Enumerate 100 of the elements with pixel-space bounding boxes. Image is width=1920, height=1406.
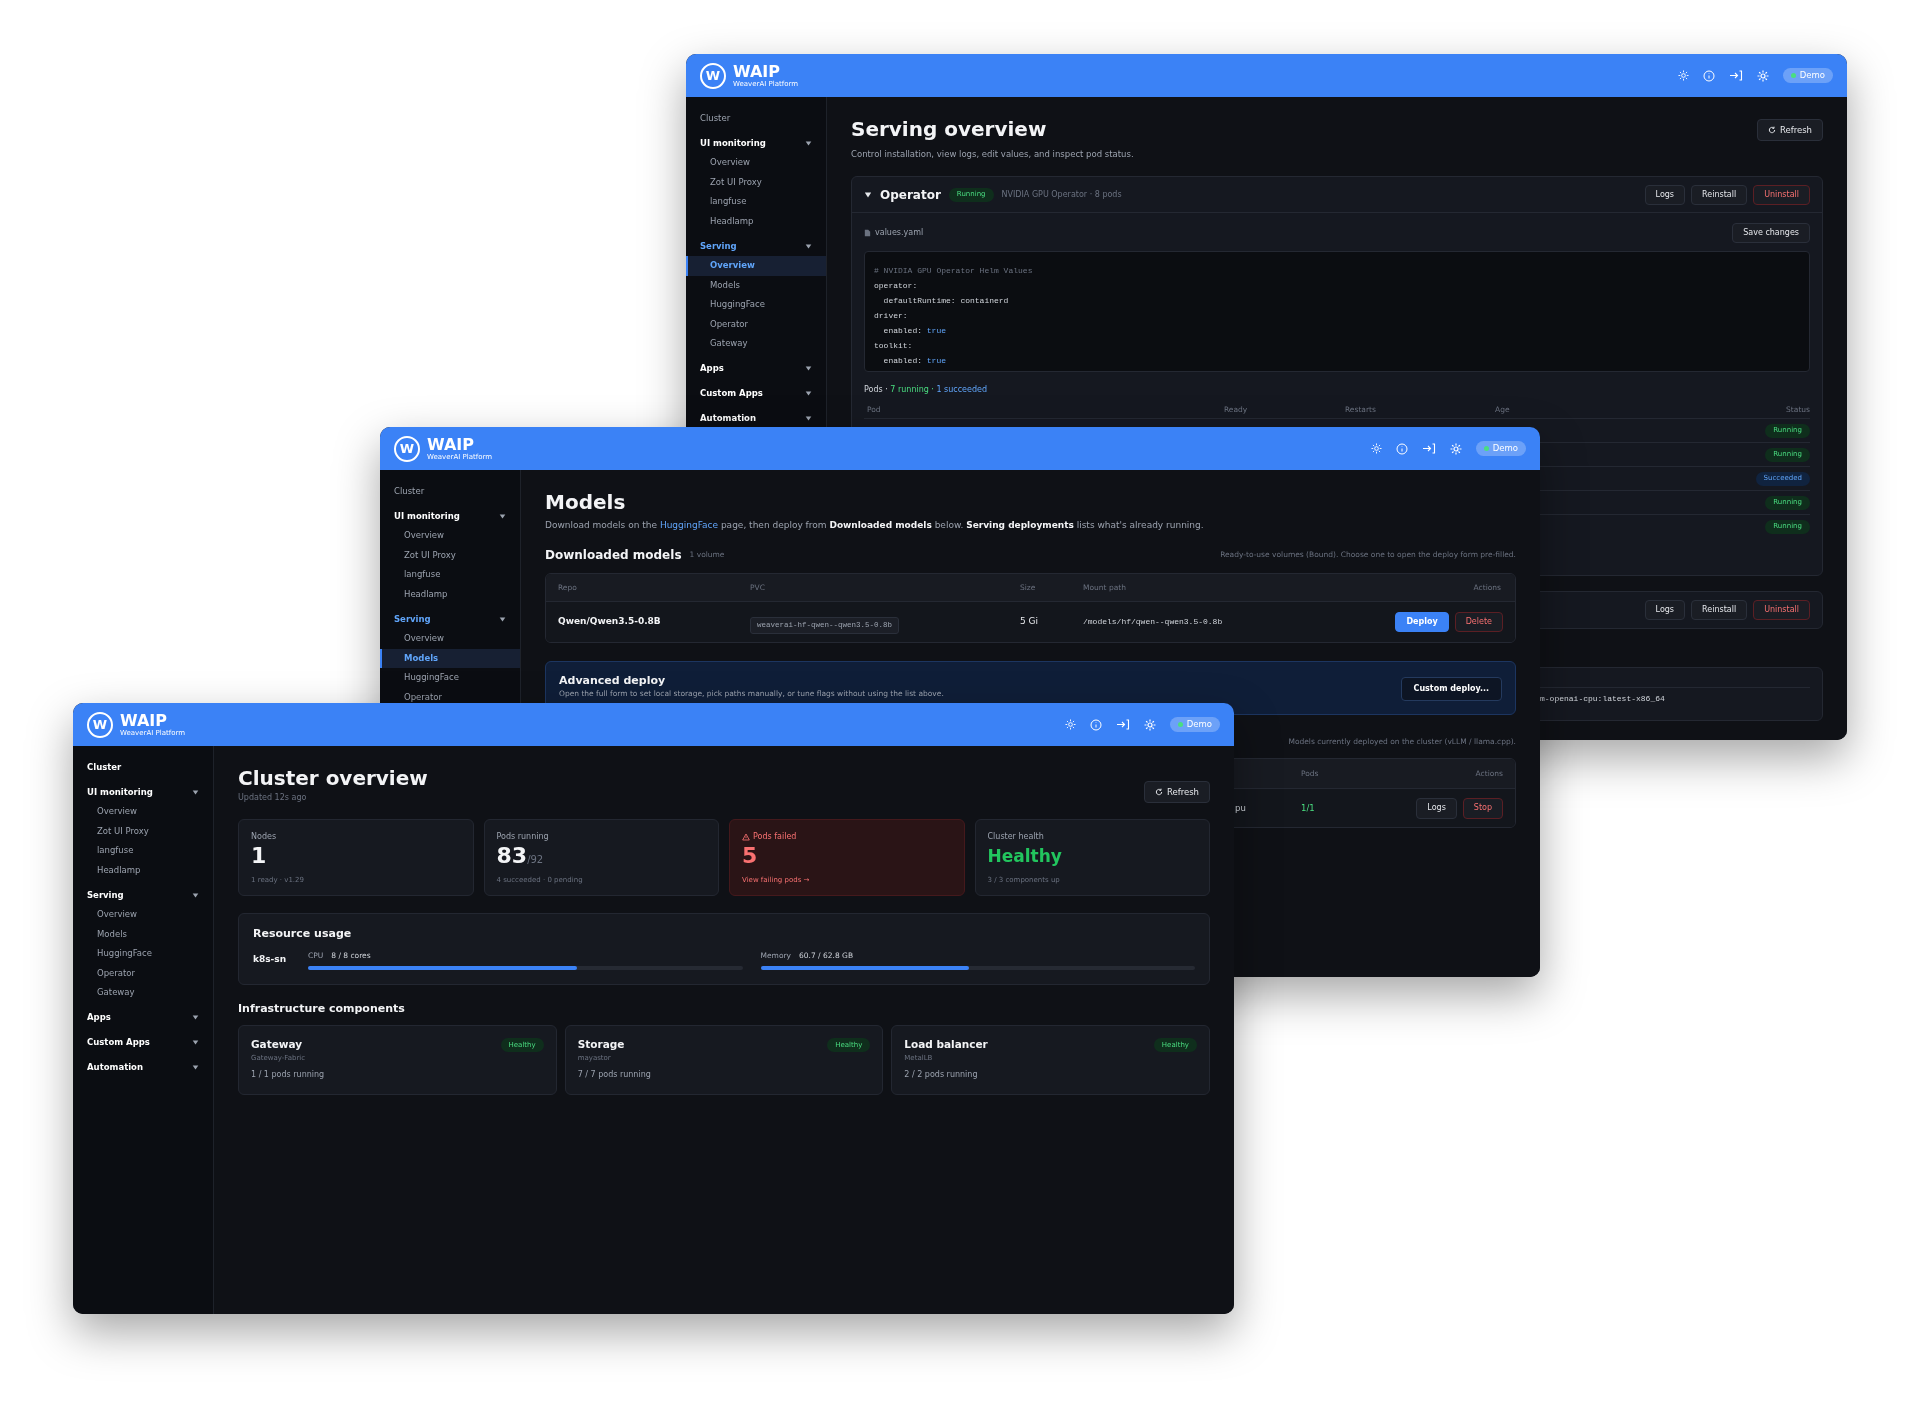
- nav-link[interactable]: HuggingFace: [97, 948, 152, 960]
- nav-link[interactable]: Cluster: [380, 481, 520, 501]
- action-button[interactable]: Reinstall: [1691, 600, 1748, 620]
- nav-group[interactable]: UI monitoring: [380, 506, 520, 526]
- component-name: Operator: [880, 186, 941, 204]
- page-description: Download models on the HuggingFace page, then deploy from Downloaded models below. Serving deployments lists what's already running.: [545, 519, 1205, 532]
- caret-icon: [805, 139, 812, 147]
- table-cell-text: Qwen/Qwen3.5-0.8B: [558, 615, 662, 629]
- card-title: Resource usage: [253, 926, 353, 942]
- caret-icon[interactable]: [864, 190, 872, 199]
- action-button[interactable]: Logs: [1416, 797, 1457, 819]
- nav-link[interactable]: Overview: [404, 530, 445, 542]
- login-icon[interactable]: [1421, 443, 1436, 454]
- settings-icon[interactable]: [1143, 718, 1156, 731]
- nav-link[interactable]: langfuse: [97, 845, 134, 857]
- login-icon[interactable]: [1115, 719, 1130, 730]
- section-title: Downloaded models: [545, 547, 682, 564]
- action-button[interactable]: Reinstall: [1691, 184, 1748, 205]
- nav-group[interactable]: Automation: [73, 1057, 213, 1078]
- nav-group[interactable]: Automation: [686, 408, 826, 429]
- nav-link[interactable]: Overview: [404, 633, 445, 645]
- nav-group[interactable]: UI monitoring: [73, 782, 213, 802]
- action-button[interactable]: Logs: [1644, 600, 1686, 620]
- nav-group[interactable]: Apps: [686, 358, 826, 379]
- stat-value: 83: [496, 843, 528, 869]
- settings-icon[interactable]: [1756, 69, 1769, 82]
- action-button[interactable]: Save changes: [1732, 223, 1810, 243]
- action-button[interactable]: Delete: [1454, 612, 1503, 632]
- nav-link[interactable]: Headlamp: [710, 215, 754, 227]
- refresh-icon: [1154, 788, 1163, 796]
- info-icon[interactable]: [1089, 718, 1102, 731]
- sun-icon[interactable]: [1677, 70, 1689, 81]
- nav-link[interactable]: Models: [380, 648, 520, 668]
- nav-link[interactable]: Overview: [686, 256, 826, 276]
- nav-link[interactable]: Cluster: [73, 757, 213, 777]
- nav-link[interactable]: Cluster: [686, 108, 826, 128]
- nav-link[interactable]: HuggingFace: [404, 672, 459, 684]
- nav-group[interactable]: Serving: [380, 609, 520, 629]
- nav-link[interactable]: langfuse: [710, 196, 747, 208]
- nav-link[interactable]: Models: [710, 279, 740, 291]
- refresh-button[interactable]: Refresh: [1143, 781, 1210, 803]
- login-icon[interactable]: [1728, 70, 1743, 81]
- nav-group[interactable]: Serving: [686, 236, 826, 256]
- nav-link[interactable]: Zot UI Proxy: [97, 825, 149, 837]
- info-icon[interactable]: [1702, 69, 1715, 82]
- nav-link[interactable]: Zot UI Proxy: [404, 549, 456, 561]
- nav-link[interactable]: Gateway: [97, 987, 135, 999]
- sun-icon[interactable]: [1370, 443, 1382, 454]
- action-button[interactable]: Logs: [1644, 184, 1686, 205]
- caret-icon: [499, 512, 506, 520]
- caret-icon: [192, 1064, 199, 1071]
- action-button[interactable]: Uninstall: [1753, 184, 1810, 205]
- nav-link[interactable]: Overview: [97, 806, 138, 818]
- nav-link[interactable]: Overview: [97, 909, 138, 921]
- nav-link[interactable]: HuggingFace: [710, 299, 765, 311]
- nav-link[interactable]: Operator: [97, 967, 136, 979]
- nav-link[interactable]: Gateway: [710, 338, 748, 350]
- custom-deploy-button[interactable]: Custom deploy...: [1400, 677, 1502, 701]
- nav-group[interactable]: UI monitoring: [686, 133, 826, 153]
- nav-group[interactable]: Apps: [73, 1007, 213, 1028]
- caret-icon: [805, 242, 812, 250]
- link[interactable]: HuggingFace: [659, 520, 719, 530]
- pods-summary: Pods · 7 running · 1 succeeded: [864, 384, 989, 396]
- nav-group[interactable]: Custom Apps: [73, 1032, 213, 1053]
- nav-link[interactable]: Headlamp: [404, 588, 448, 600]
- nav-link[interactable]: Operator: [710, 318, 749, 330]
- caret-icon: [805, 415, 812, 422]
- updated-time: Updated 12s ago: [238, 792, 308, 804]
- app-title: WAIP: [733, 63, 780, 80]
- refresh-icon: [1767, 126, 1776, 134]
- page-title: Cluster overview: [238, 765, 428, 792]
- table-cell-text: pu: [1235, 801, 1247, 815]
- nav-link[interactable]: Operator: [404, 691, 443, 703]
- stat-total: /92: [527, 854, 544, 867]
- code-editor[interactable]: # NVIDIA GPU Operator Helm Values operator: defaultRuntime: containerd driver: enabled: true toolkit: enabled: true: [864, 251, 1810, 372]
- action-button[interactable]: Stop: [1462, 797, 1503, 819]
- nav-link[interactable]: Models: [97, 928, 127, 940]
- action-button[interactable]: Deploy: [1395, 612, 1449, 632]
- nav-link[interactable]: Headlamp: [97, 864, 141, 876]
- component-name: Gateway: [251, 1037, 303, 1053]
- page-title: Models: [545, 489, 627, 516]
- image-name: m-openai-cpu:latest-x86_64: [1540, 693, 1665, 705]
- component-name: Storage: [577, 1037, 625, 1053]
- node-name: k8s-sn: [253, 953, 288, 967]
- table-cell-text: 5 Gi: [1020, 615, 1040, 629]
- settings-icon[interactable]: [1449, 442, 1462, 455]
- page-description: Control installation, view logs, edit values, and inspect pod status.: [851, 148, 1134, 161]
- app-title: WAIP: [120, 712, 167, 729]
- nav-group[interactable]: Serving: [73, 885, 213, 905]
- sun-icon[interactable]: [1064, 719, 1076, 730]
- nav-link[interactable]: Overview: [710, 157, 751, 169]
- nav-link[interactable]: langfuse: [404, 569, 441, 581]
- nav-link[interactable]: Zot UI Proxy: [710, 176, 762, 188]
- info-icon[interactable]: [1395, 442, 1408, 455]
- stat-label: Pods running: [496, 831, 549, 843]
- pods-count: 1 / 1 pods running: [251, 1069, 326, 1081]
- caret-icon: [805, 390, 812, 397]
- nav-group[interactable]: Custom Apps: [686, 383, 826, 404]
- refresh-button[interactable]: Refresh: [1756, 119, 1823, 141]
- action-button[interactable]: Uninstall: [1753, 600, 1810, 620]
